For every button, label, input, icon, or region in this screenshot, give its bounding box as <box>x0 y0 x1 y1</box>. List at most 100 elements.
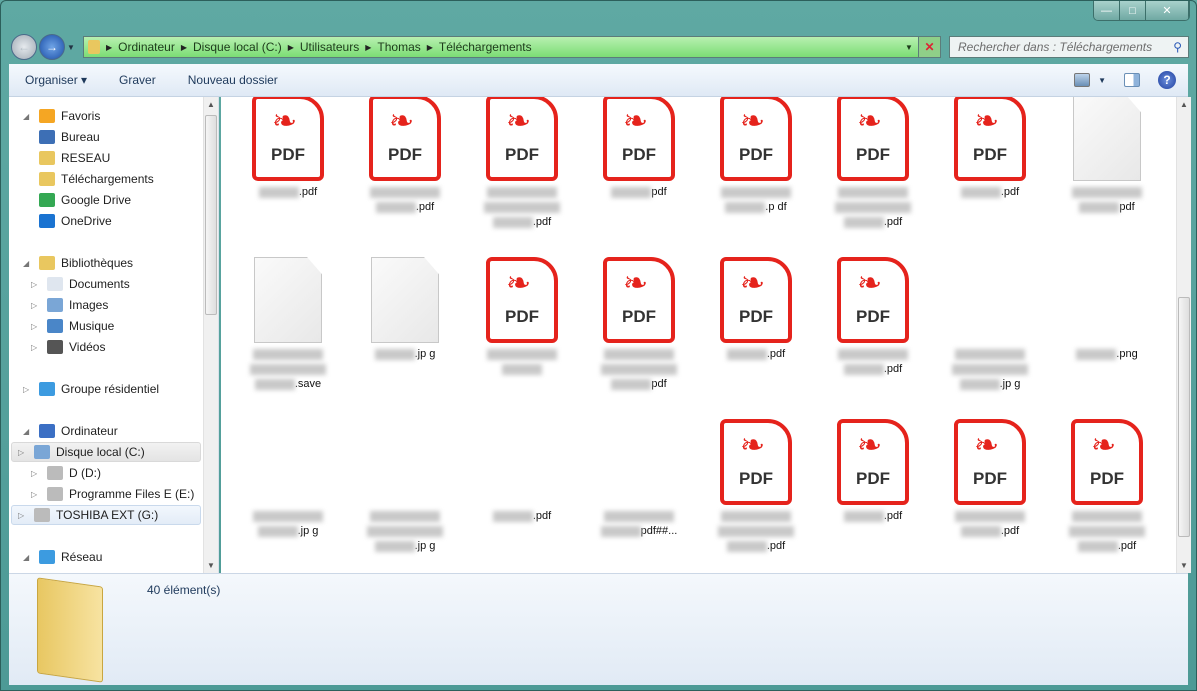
nav-scrollbar[interactable]: ▲ ▼ <box>203 97 218 573</box>
file-item[interactable]: ❧ PDF .pdf <box>817 419 929 524</box>
file-item[interactable]: ❧ PDF pdf <box>583 257 695 392</box>
file-item[interactable]: .jp g <box>349 257 461 362</box>
breadcrumb-item[interactable]: Disque local (C:) <box>193 40 282 54</box>
stop-icon[interactable]: ✕ <box>918 37 940 57</box>
sidebar-item-favorites-items-3[interactable]: Google Drive <box>39 190 131 210</box>
expand-icon[interactable]: ▷ <box>31 301 41 310</box>
view-options-icon[interactable]: ▼ <box>1074 73 1106 87</box>
breadcrumb-separator-icon[interactable]: ▶ <box>106 43 112 52</box>
sidebar-item-label: Téléchargements <box>61 172 154 186</box>
expand-icon[interactable]: ▷ <box>31 322 41 331</box>
sidebar-item-network[interactable]: ◢ Réseau <box>23 547 102 567</box>
file-item[interactable]: ❧ PDF .pdf <box>700 257 812 362</box>
file-name-visible: .pdf <box>298 186 318 198</box>
breadcrumb-item[interactable]: Utilisateurs <box>300 40 359 54</box>
pdf-file-icon: ❧ PDF <box>1071 419 1143 505</box>
maximize-button[interactable]: □ <box>1120 1 1146 20</box>
file-item[interactable]: ❧ PDF .pdf <box>466 97 578 230</box>
pdf-file-icon: ❧ PDF <box>720 419 792 505</box>
sidebar-item-favorites-label[interactable]: ◢ Favoris <box>23 106 100 126</box>
new-folder-button[interactable]: Nouveau dossier <box>172 73 294 87</box>
help-icon[interactable]: ? <box>1158 71 1176 89</box>
expand-icon[interactable]: ▷ <box>31 343 41 352</box>
sidebar-item-libraries-items-3[interactable]: ▷ Vidéos <box>31 337 105 357</box>
search-input[interactable]: Rechercher dans : Téléchargements ⚲ <box>949 36 1189 58</box>
expand-icon[interactable]: ▷ <box>31 469 41 478</box>
sidebar-item-favorites-items-0[interactable]: Bureau <box>39 127 100 147</box>
sidebar-item-favorites-items-1[interactable]: RESEAU <box>39 148 110 168</box>
file-item[interactable]: .png <box>1051 257 1163 362</box>
file-item[interactable]: pdf <box>1051 97 1163 215</box>
google-drive-icon <box>39 193 55 207</box>
address-bar[interactable]: ▶ Ordinateur ▶ Disque local (C:) ▶ Utilisateu… <box>83 36 941 58</box>
forward-button[interactable]: → <box>39 34 65 60</box>
file-item[interactable]: ❧ PDF .pdf <box>934 97 1046 200</box>
breadcrumb-item[interactable]: Ordinateur <box>118 40 175 54</box>
file-item[interactable]: .pdf <box>466 419 578 524</box>
sidebar-item-computer-items-1[interactable]: ▷ D (D:) <box>31 463 101 483</box>
back-button[interactable]: ← <box>11 34 37 60</box>
sidebar-item-favorites-items-4[interactable]: OneDrive <box>39 211 112 231</box>
search-icon[interactable]: ⚲ <box>1173 40 1182 54</box>
recent-pages-dropdown[interactable]: ▼ <box>67 43 75 52</box>
expand-icon[interactable]: ◢ <box>23 112 33 121</box>
file-item[interactable]: ❧ PDF .p df <box>700 97 812 215</box>
expand-icon[interactable]: ▷ <box>18 448 28 457</box>
file-item[interactable]: ❧ PDF .pdf <box>349 97 461 215</box>
sidebar-item-libraries-items-2[interactable]: ▷ Musique <box>31 316 114 336</box>
breadcrumb-separator-icon[interactable]: ▶ <box>365 43 371 52</box>
breadcrumb-separator-icon[interactable]: ▶ <box>288 43 294 52</box>
file-item[interactable]: .jp g <box>232 419 344 539</box>
drive-icon <box>47 466 63 480</box>
sidebar-item-computer-items-2[interactable]: ▷ Programme Files E (E:) <box>31 484 194 504</box>
close-button[interactable]: ✕ <box>1146 1 1189 20</box>
sidebar-item-label: Bibliothèques <box>61 256 134 270</box>
file-item[interactable]: ❧ PDF .pdf <box>817 97 929 230</box>
breadcrumb-item[interactable]: Thomas <box>377 40 420 54</box>
sidebar-item-homegroup[interactable]: ▷ Groupe résidentiel <box>23 379 159 399</box>
preview-pane-icon[interactable] <box>1124 73 1140 87</box>
sidebar-item-computer-items-3[interactable]: ▷ TOSHIBA EXT (G:) <box>11 505 201 525</box>
file-name-visible: .pdf <box>883 510 903 522</box>
sidebar-item-libraries-items-0[interactable]: ▷ Documents <box>31 274 130 294</box>
burn-button[interactable]: Graver <box>103 73 172 87</box>
file-name: .jp g <box>349 347 461 362</box>
expand-icon[interactable]: ◢ <box>23 259 33 268</box>
breadcrumb-separator-icon[interactable]: ▶ <box>427 43 433 52</box>
file-name-visible: pdf <box>651 186 667 198</box>
file-list-scrollbar[interactable]: ▲ ▼ <box>1176 97 1191 573</box>
file-item[interactable]: ❧ PDF pdf <box>583 97 695 200</box>
sidebar-item-computer-label[interactable]: ◢ Ordinateur <box>23 421 118 441</box>
sidebar-item-favorites-items-2[interactable]: Téléchargements <box>39 169 154 189</box>
sidebar-item-libraries-items-1[interactable]: ▷ Images <box>31 295 108 315</box>
sidebar-item-label: Documents <box>69 277 130 291</box>
file-item[interactable]: .jp g <box>349 419 461 554</box>
file-item[interactable]: ❧ PDF .pdf <box>817 257 929 377</box>
pdf-file-icon: ❧ PDF <box>252 97 324 181</box>
breadcrumb-separator-icon[interactable]: ▶ <box>181 43 187 52</box>
minimize-button[interactable]: — <box>1094 1 1120 20</box>
file-item[interactable]: pdf##... <box>583 419 695 539</box>
expand-icon[interactable]: ▷ <box>31 490 41 499</box>
expand-icon[interactable]: ◢ <box>23 427 33 436</box>
breadcrumb-item[interactable]: Téléchargements <box>439 40 532 54</box>
file-item[interactable]: ❧ PDF <box>466 257 578 377</box>
file-item[interactable]: .jp g <box>934 257 1046 392</box>
expand-icon[interactable]: ▷ <box>31 280 41 289</box>
sidebar-item-libraries-label[interactable]: ◢ Bibliothèques <box>23 253 133 273</box>
sidebar-item-computer-items-0[interactable]: ▷ Disque local (C:) <box>11 442 201 462</box>
file-name-visible: .pdf <box>532 216 552 228</box>
file-item[interactable]: .save <box>232 257 344 392</box>
file-item[interactable]: ❧ PDF .pdf <box>700 419 812 554</box>
address-dropdown-icon[interactable]: ▼ <box>902 37 916 57</box>
expand-icon[interactable]: ▷ <box>18 511 28 520</box>
expand-icon[interactable]: ▷ <box>23 385 33 394</box>
file-item[interactable]: ❧ PDF .pdf <box>1051 419 1163 554</box>
sidebar-item-label: RESEAU <box>61 151 111 165</box>
file-name-visible: pdf <box>1119 201 1135 213</box>
organise-button[interactable]: Organiser ▾ <box>9 73 103 87</box>
file-item[interactable]: ❧ PDF .pdf <box>232 97 344 200</box>
drive-icon <box>47 487 63 501</box>
expand-icon[interactable]: ◢ <box>23 553 33 562</box>
file-item[interactable]: ❧ PDF .pdf <box>934 419 1046 539</box>
